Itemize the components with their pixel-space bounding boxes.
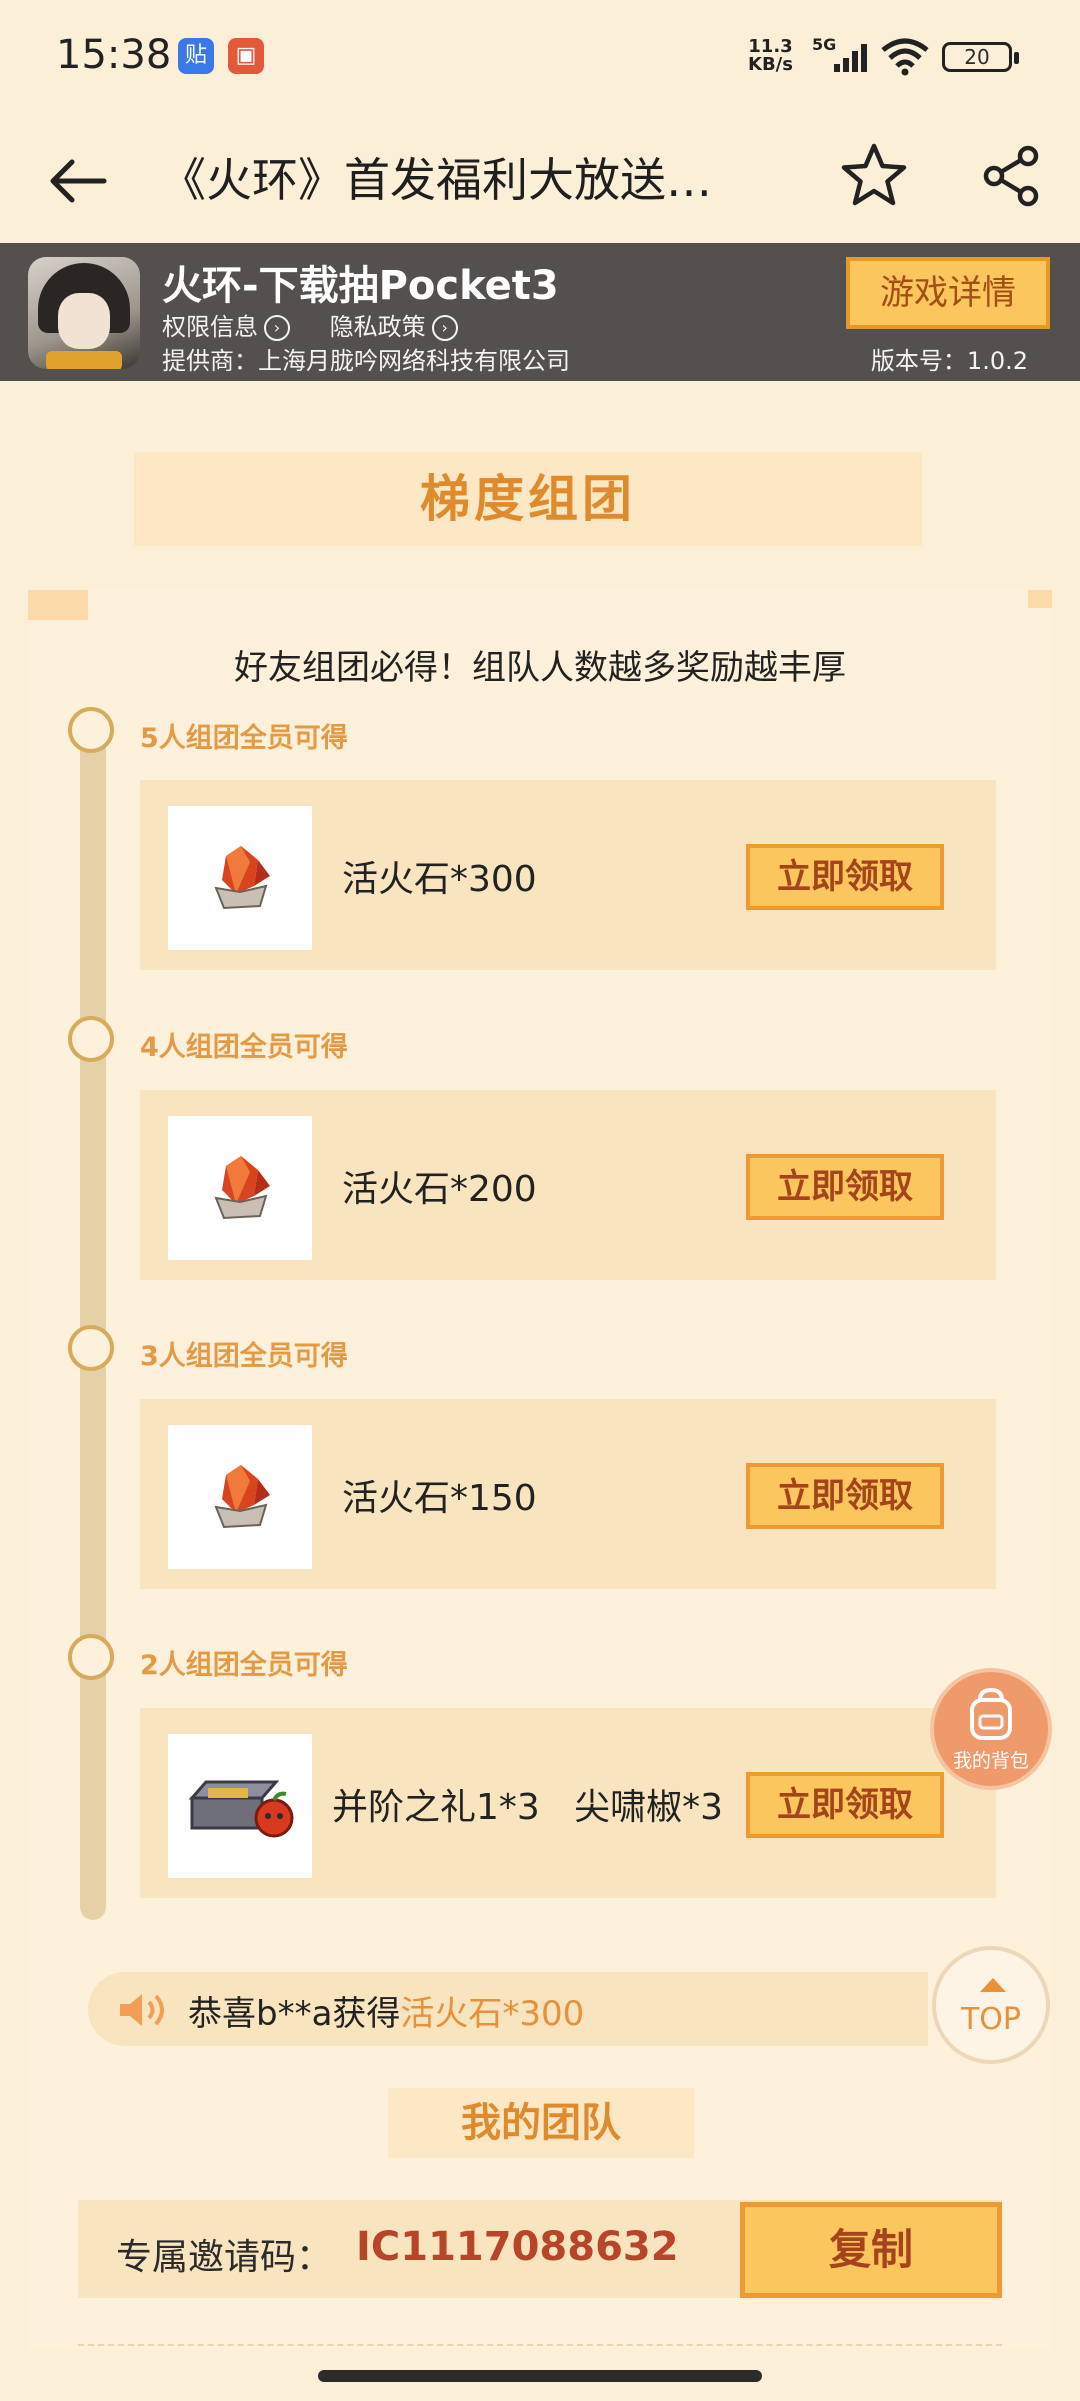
game-detail-button[interactable]: 游戏详情 [846,257,1050,329]
invite-code-row: 专属邀请码： IC1117088632 复制 [78,2200,1002,2298]
notification-badge-tieba: 贴 [178,38,214,74]
network-speed: 11.3 KB/s [748,36,793,75]
share-icon[interactable] [980,144,1042,212]
section-title: 梯度组团 [134,452,922,546]
claim-button[interactable]: 立即领取 [746,1772,944,1838]
claim-button[interactable]: 立即领取 [746,1154,944,1220]
my-team-title: 我的团队 [388,2088,694,2158]
scroll-top-button[interactable]: TOP [932,1946,1050,2064]
invite-label: 专属邀请码： [116,2237,333,2278]
tier-label: 5人组团全员可得 [140,723,348,754]
fire-crystal-icon [168,1116,312,1260]
reward-name: 活火石*150 [342,1478,537,1519]
game-info-banner: 火环-下载抽Pocket3 权限信息 › 隐私政策 › 提供商：上海月胧吟网络科技有… [0,243,1080,381]
reward-card: 活火石*300 立即领取 [140,780,996,970]
chevron-right-icon[interactable]: › [431,315,458,341]
my-bag-label: 我的背包 [952,1750,1029,1772]
permissions-link[interactable]: 权限信息 [162,313,258,341]
pixel-decoration [28,590,88,620]
version-text: 版本号：1.0.2 [870,347,1028,375]
gift-chest-icon [168,1734,312,1878]
winner-ticker: 恭喜b**a获得活火石*300 [88,1972,928,2046]
provider-text: 提供商：上海月胧吟网络科技有限公司 [162,347,570,375]
reward-name: 并阶之礼1*3 尖啸椒*3 [332,1787,724,1828]
nav-bar: 《火环》首发福利大放送… [0,110,1080,245]
top-label: TOP [960,2002,1022,2037]
svg-text:5G: 5G [812,36,836,54]
reward-card: 活火石*150 立即领取 [140,1399,996,1589]
invite-code: IC1117088632 [356,2224,679,2270]
timeline-dot [68,707,114,753]
arrow-up-icon [980,1978,1006,1992]
fire-crystal-icon [168,806,312,950]
copy-button[interactable]: 复制 [740,2202,1002,2298]
home-indicator[interactable] [318,2370,762,2382]
tier-label: 2人组团全员可得 [140,1650,348,1681]
star-icon[interactable] [838,140,910,216]
claim-button[interactable]: 立即领取 [746,1463,944,1529]
pixel-decoration [1028,590,1052,608]
claim-button[interactable]: 立即领取 [746,844,944,910]
reward-name: 活火石*200 [342,1169,537,1210]
timeline-dot [68,1634,114,1680]
notification-badge-app: ▣ [228,38,264,74]
game-avatar[interactable] [28,257,140,369]
signal-icon: 5G [812,35,872,80]
tier-label: 3人组团全员可得 [140,1341,348,1372]
section-subtitle: 好友组团必得！组队人数越多奖励越丰厚 [234,648,846,688]
status-time: 15:38 [56,32,172,78]
timeline-dot [68,1325,114,1371]
divider [78,2344,1002,2346]
fire-crystal-icon [168,1425,312,1569]
my-bag-button[interactable]: 我的背包 [930,1668,1052,1790]
reward-name: 活火石*300 [342,859,537,900]
page-title: 《火环》首发福利大放送… [160,153,712,207]
privacy-link[interactable]: 隐私政策 [330,313,426,341]
timeline-dot [68,1016,114,1062]
ticker-text: 恭喜b**a获得 [188,1994,401,2034]
reward-card: 活火石*200 立即领取 [140,1090,996,1280]
speaker-icon [120,1994,164,2026]
battery-icon: 20 [942,42,1019,72]
wifi-icon [880,38,930,80]
tier-label: 4人组团全员可得 [140,1032,348,1063]
game-name: 火环-下载抽Pocket3 [162,263,559,309]
status-bar: 15:38 贴 ▣ 11.3 KB/s 5G 20 [0,0,1080,110]
chevron-right-icon[interactable]: › [264,315,290,341]
reward-card: 并阶之礼1*3 尖啸椒*3 立即领取 [140,1708,996,1898]
ticker-highlight: 活火石*300 [400,1994,585,2034]
back-arrow-icon[interactable] [44,146,114,216]
backpack-icon [970,1687,1012,1740]
